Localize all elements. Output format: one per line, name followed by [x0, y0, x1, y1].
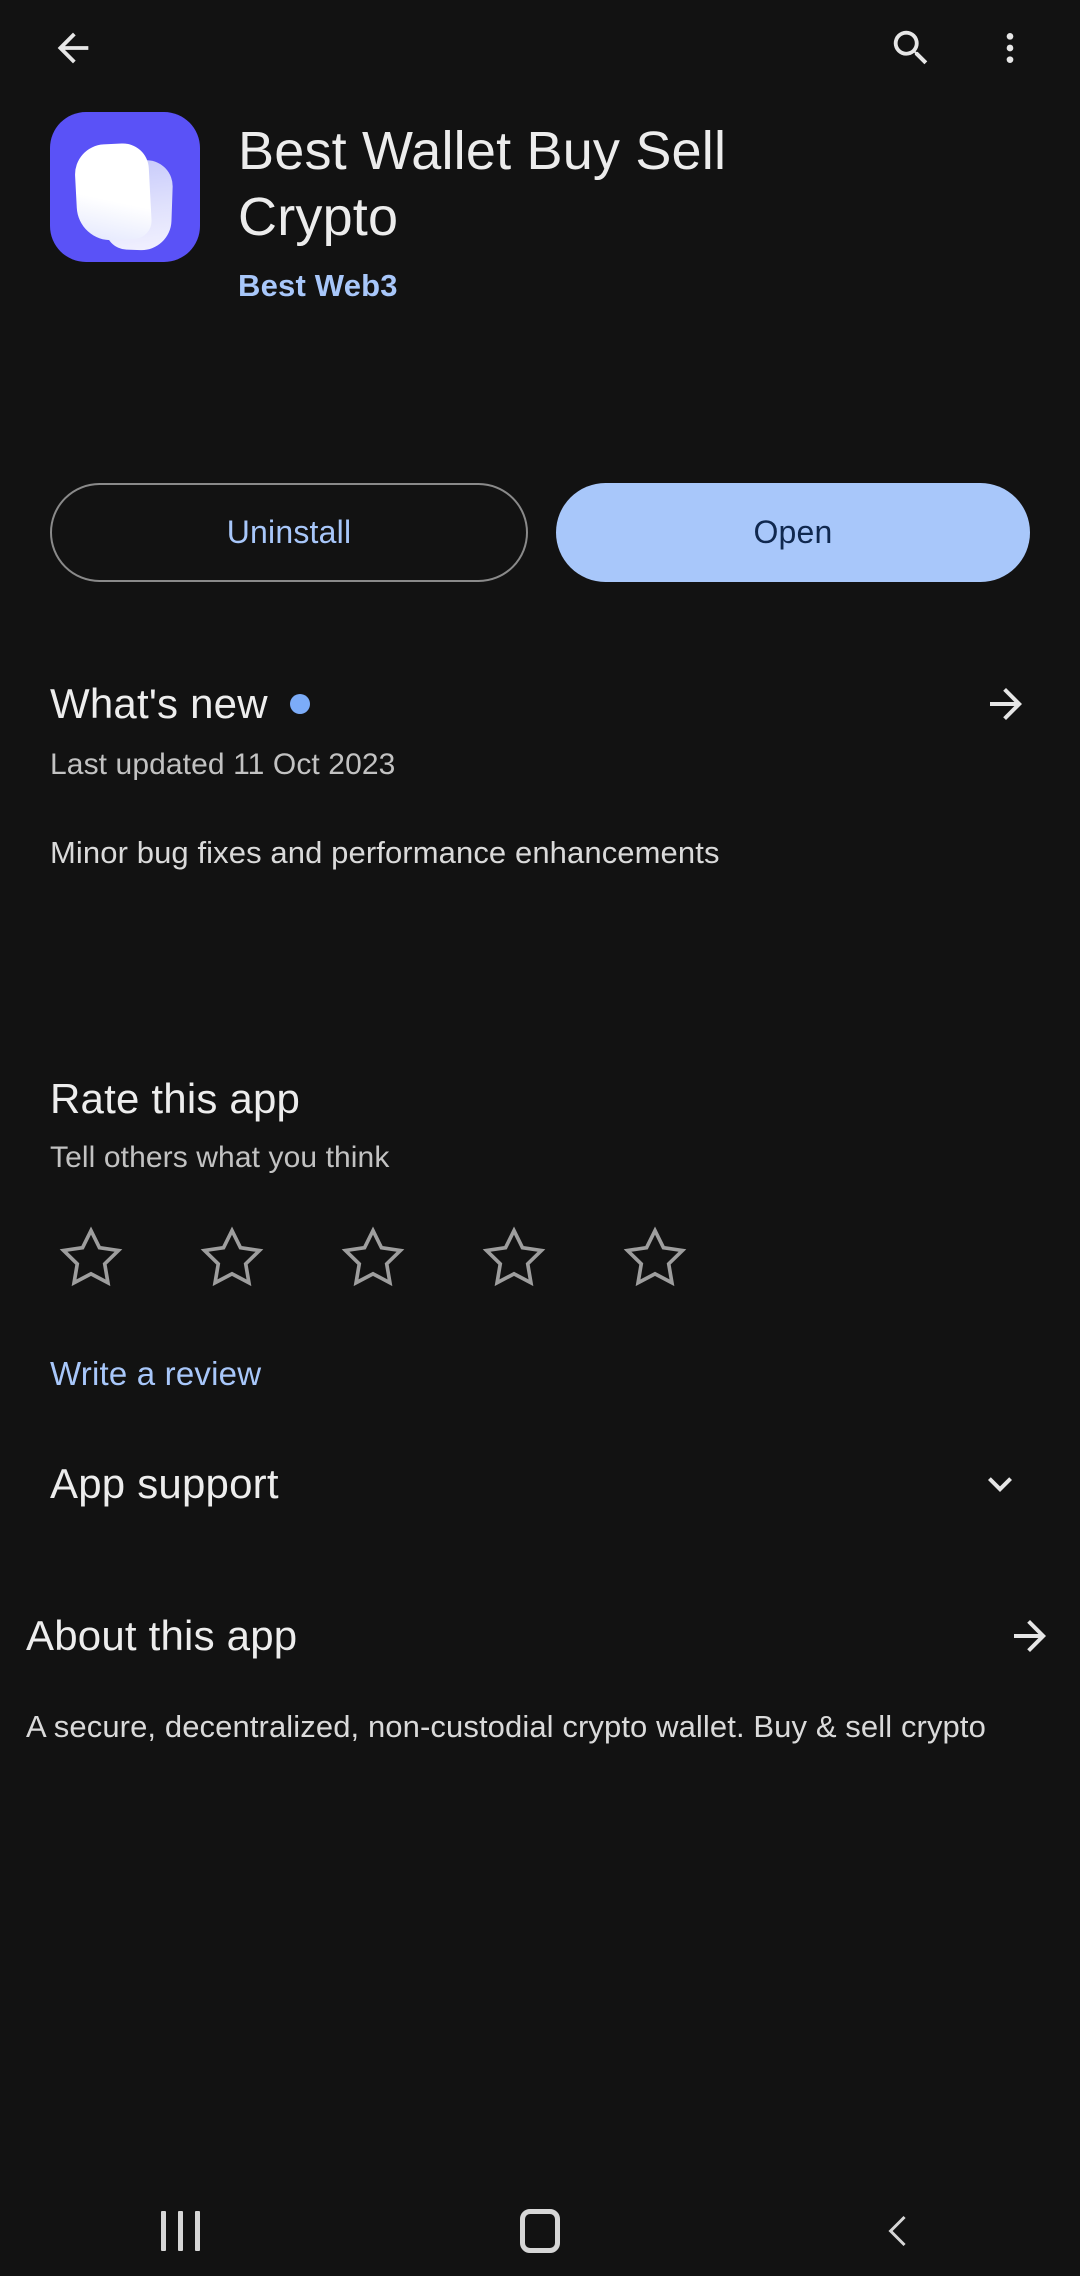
- rate-app-title: Rate this app: [50, 1075, 301, 1122]
- whats-new-title: What's new: [50, 680, 268, 727]
- star-3-icon[interactable]: [338, 1223, 408, 1293]
- about-app-header[interactable]: About this app: [26, 1612, 1054, 1660]
- star-4-icon[interactable]: [479, 1223, 549, 1293]
- about-this-app-section[interactable]: About this app A secure, decentralized, …: [26, 1612, 1054, 1750]
- whats-new-arrow-button[interactable]: [982, 680, 1030, 728]
- home-icon: [520, 2209, 560, 2253]
- more-vert-icon: [1006, 33, 1014, 63]
- nav-back-icon: [888, 2215, 906, 2247]
- play-store-app-detail-screen: Best Wallet Buy Sell Crypto Best Web3 Un…: [0, 0, 1080, 2276]
- app-icon-shape-front: [73, 142, 153, 242]
- top-app-bar: [0, 0, 1080, 96]
- arrow-right-icon: [990, 688, 1022, 720]
- search-icon: [893, 30, 928, 65]
- about-app-arrow-button[interactable]: [1006, 1612, 1054, 1660]
- arrow-right-icon: [1014, 1620, 1046, 1652]
- app-action-buttons: Uninstall Open: [50, 483, 1030, 582]
- uninstall-button[interactable]: Uninstall: [50, 483, 528, 582]
- back-button[interactable]: [50, 25, 96, 71]
- app-support-expand-button[interactable]: [976, 1460, 1024, 1508]
- system-navigation-bar: [0, 2186, 1080, 2276]
- recents-icon: [160, 2211, 200, 2251]
- app-icon: [50, 112, 200, 262]
- developer-name-link[interactable]: Best Web3: [238, 268, 878, 304]
- new-badge-dot-icon: [289, 694, 310, 714]
- page-title: Best Wallet Buy Sell Crypto: [238, 121, 727, 247]
- about-app-body: A secure, decentralized, non-custodial c…: [26, 1709, 986, 1744]
- rate-this-app-section: Rate this app Tell others what you think…: [50, 1075, 1030, 1393]
- whats-new-title-row: What's new: [50, 680, 310, 728]
- nav-home-button[interactable]: [480, 2186, 600, 2276]
- app-header: Best Wallet Buy Sell Crypto Best Web3: [0, 112, 1080, 304]
- chevron-down-icon: [988, 1477, 1012, 1492]
- overflow-menu-button[interactable]: [990, 28, 1030, 68]
- nav-recents-button[interactable]: [120, 2186, 240, 2276]
- app-title-block: Best Wallet Buy Sell Crypto Best Web3: [238, 112, 878, 304]
- rating-stars[interactable]: [50, 1223, 1030, 1293]
- last-updated-text: Last updated 11 Oct 2023: [50, 748, 396, 781]
- app-support-header[interactable]: App support: [50, 1460, 1030, 1508]
- rate-app-subtitle: Tell others what you think: [50, 1141, 390, 1174]
- star-1-icon[interactable]: [56, 1223, 126, 1293]
- write-a-review-link[interactable]: Write a review: [50, 1355, 1030, 1393]
- search-button[interactable]: [888, 25, 934, 71]
- whats-new-section[interactable]: What's new Last updated 11 Oct 2023 Mino…: [50, 680, 1030, 876]
- app-support-section[interactable]: App support: [50, 1460, 1030, 1508]
- nav-back-button[interactable]: [840, 2186, 960, 2276]
- app-support-title: App support: [50, 1460, 279, 1507]
- whats-new-header: What's new: [50, 680, 1030, 728]
- open-button[interactable]: Open: [556, 483, 1030, 582]
- about-app-title: About this app: [26, 1612, 298, 1659]
- arrow-left-icon: [57, 32, 89, 64]
- star-5-icon[interactable]: [620, 1223, 690, 1293]
- star-2-icon[interactable]: [197, 1223, 267, 1293]
- whats-new-body: Minor bug fixes and performance enhancem…: [50, 835, 720, 870]
